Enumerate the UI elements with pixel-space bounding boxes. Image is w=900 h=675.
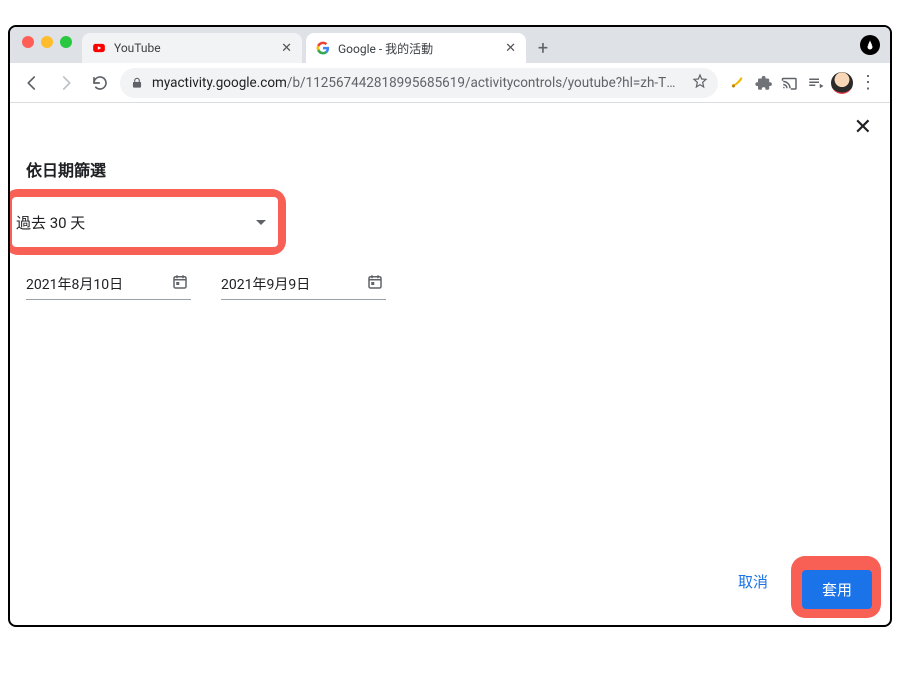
date-to-value: 2021年9月9日: [221, 274, 356, 294]
window-controls: [20, 36, 82, 54]
profile-avatar-icon[interactable]: [830, 71, 854, 95]
browser-window: YouTube ✕ Google - 我的活動 ✕ +: [8, 25, 892, 627]
date-from-value: 2021年8月10日: [26, 274, 161, 294]
dialog-title: 依日期篩選: [26, 157, 874, 181]
dialog-content: ✕ 依日期篩選 過去 30 天 2021年8月10日 2021年9月9日: [10, 103, 890, 625]
cast-icon[interactable]: [778, 71, 802, 95]
forward-button[interactable]: [52, 69, 80, 97]
apply-button-overlay[interactable]: 套用: [802, 570, 872, 609]
window-close-button[interactable]: [22, 36, 34, 48]
new-tab-button[interactable]: +: [530, 35, 556, 61]
address-bar[interactable]: myactivity.google.com/b/1125674428189956…: [120, 68, 718, 98]
url-text: myactivity.google.com/b/1125674428189956…: [152, 75, 684, 91]
lock-icon: [130, 76, 144, 90]
date-inputs-row: 2021年8月10日 2021年9月9日: [26, 273, 874, 300]
browser-menu-button[interactable]: ⋮: [856, 71, 880, 95]
google-icon: [316, 41, 330, 55]
chevron-down-icon: [256, 220, 266, 225]
cancel-button[interactable]: 取消: [728, 563, 778, 600]
calendar-icon: [366, 273, 384, 295]
navigation-bar: myactivity.google.com/b/1125674428189956…: [10, 63, 890, 103]
date-range-dropdown-overlay[interactable]: 過去 30 天: [12, 204, 270, 240]
reload-button[interactable]: [86, 69, 114, 97]
reading-list-icon[interactable]: [804, 71, 828, 95]
tab-label: Google - 我的活動: [338, 40, 495, 57]
tab-label: YouTube: [114, 41, 271, 55]
youtube-icon: [92, 41, 106, 55]
back-button[interactable]: [18, 69, 46, 97]
profile-badge-icon[interactable]: [860, 35, 880, 55]
tab-bar: YouTube ✕ Google - 我的活動 ✕ +: [10, 27, 890, 63]
extension-icons: ⋮: [724, 71, 882, 95]
close-dialog-button[interactable]: ✕: [854, 115, 872, 140]
window-zoom-button[interactable]: [60, 36, 72, 48]
close-icon[interactable]: ✕: [279, 41, 294, 56]
date-from-input[interactable]: 2021年8月10日: [26, 273, 191, 300]
window-minimize-button[interactable]: [41, 36, 53, 48]
tab-youtube[interactable]: YouTube ✕: [82, 33, 302, 63]
tab-google-myactivity[interactable]: Google - 我的活動 ✕: [306, 33, 526, 63]
close-icon[interactable]: ✕: [503, 41, 518, 56]
extensions-button[interactable]: [752, 71, 776, 95]
bookmark-star-icon[interactable]: [692, 73, 708, 93]
extension-horn-icon[interactable]: [726, 71, 750, 95]
date-to-input[interactable]: 2021年9月9日: [221, 273, 386, 300]
calendar-icon: [171, 273, 189, 295]
